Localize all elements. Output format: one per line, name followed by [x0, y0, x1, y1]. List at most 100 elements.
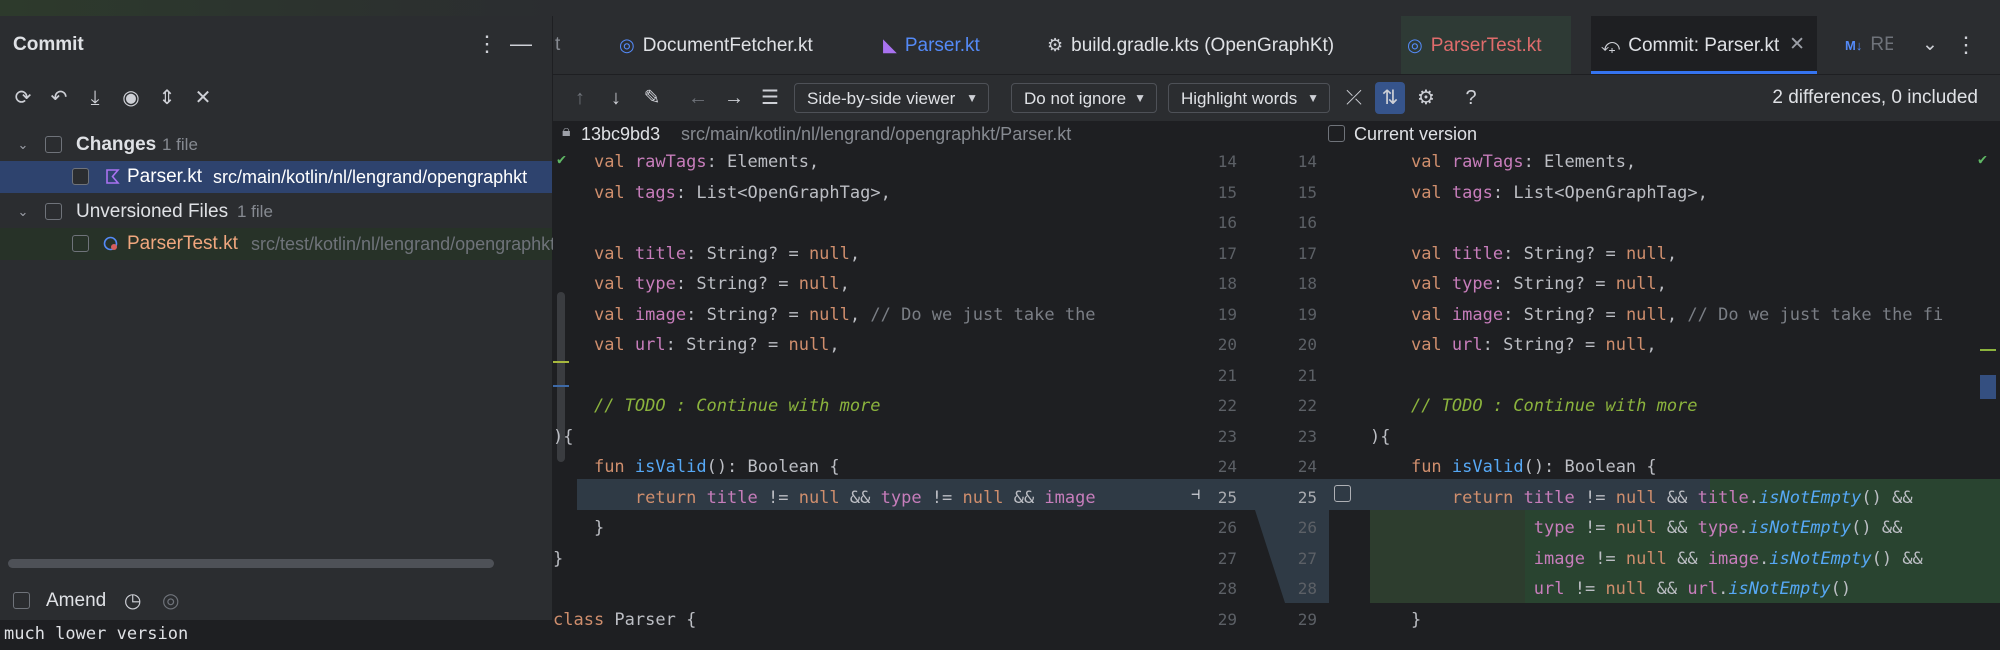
code-line: val rawTags: Elements, [1410, 152, 1637, 172]
caret-down-icon: ▼ [1307, 91, 1319, 105]
code-line: } [553, 518, 605, 538]
chevron-down-icon[interactable]: ⌄ [14, 196, 32, 228]
left-diff-pane[interactable]: ✔ val rawTags: Elements, val tags: List<… [553, 147, 1169, 634]
change-marker [553, 361, 569, 363]
edit-source-icon[interactable]: ✎ [637, 82, 667, 114]
collapse-all-icon[interactable]: ✕ [189, 82, 217, 114]
horizontal-scrollbar[interactable] [8, 559, 494, 568]
check-icon: ✔ [1978, 150, 1988, 168]
line-number: 26 [1217, 518, 1237, 537]
markdown-icon: M↓ [1845, 38, 1863, 53]
close-icon[interactable]: ✕ [1789, 16, 1805, 74]
parsertest-file-checkbox[interactable] [72, 235, 89, 252]
parsertest-file-name: ParserTest.kt [127, 233, 238, 254]
expand-all-icon[interactable]: ⇕ [153, 82, 181, 114]
preview-diff-icon[interactable]: ◉ [117, 82, 145, 114]
whitespace-select[interactable]: Do not ignore ▼ [1011, 83, 1157, 113]
code-line: return title != null && type != null && … [634, 487, 1096, 508]
refresh-icon[interactable]: ⟳ [9, 82, 37, 114]
kotlin-test-icon: ◎ [1407, 35, 1423, 55]
tree-file-parser[interactable]: Parser.kt src/main/kotlin/nl/lengrand/op… [0, 161, 552, 193]
code-line: // TODO : Continue with more [1370, 391, 2000, 422]
line-number: 27 [1297, 548, 1317, 568]
tab-parser[interactable]: ◣ Parser.kt [883, 16, 980, 74]
tab-parsertest-label: ParserTest.kt [1430, 35, 1542, 56]
settings-icon[interactable]: ⚙ [1411, 82, 1441, 114]
chevron-down-icon[interactable]: ⌄ [14, 129, 32, 161]
line-number: 16 [1297, 213, 1317, 232]
collapse-unchanged-icon[interactable]: ⤫ [1339, 82, 1369, 114]
lock-icon: 🔒︎ [562, 123, 571, 140]
next-file-icon[interactable]: → [719, 82, 749, 114]
change-marker [1980, 349, 1996, 351]
line-number: 25 [1217, 487, 1237, 507]
code-line: return title != null && title.isNotEmpty… [1451, 487, 1913, 508]
tab-partial[interactable]: t [553, 16, 583, 74]
amend-bar: Amend ◷ ◎ [0, 582, 552, 620]
code-line: ){ [553, 426, 574, 447]
right-diff-pane[interactable]: val rawTags: Elements, val tags: List<Op… [1370, 147, 2000, 634]
help-icon[interactable]: ? [1456, 82, 1486, 114]
tab-build-gradle[interactable]: ⚙ build.gradle.kts (OpenGraphKt) [1047, 16, 1334, 74]
code-line: val url: String? = null, [1410, 335, 1657, 355]
line-number: 23 [1297, 426, 1317, 446]
line-number: 24 [1217, 457, 1237, 476]
code-line: val title: String? = null, [1410, 243, 1678, 264]
commit-message-editor[interactable]: much lower version [0, 620, 552, 650]
line-number: 21 [1217, 365, 1237, 385]
tab-readme[interactable]: M↓ RE [1845, 16, 1893, 74]
current-version-checkbox[interactable] [1328, 125, 1345, 142]
line-number: 15 [1297, 182, 1317, 202]
title-bar [0, 0, 2000, 17]
viewer-select[interactable]: Side-by-side viewer ▼ [794, 83, 989, 113]
more-vertical-icon[interactable]: ⋮ [476, 30, 498, 58]
diff-toolbar: ↑ ↓ ✎ ← → ☰ Side-by-side viewer ▼ Do not … [553, 75, 2000, 121]
line-number: 19 [1297, 304, 1317, 324]
scroll-thumb-marker[interactable] [1980, 375, 1996, 399]
parser-file-checkbox[interactable] [72, 168, 89, 185]
line-number: 17 [1217, 243, 1237, 263]
prev-difference-icon[interactable]: ↑ [565, 82, 595, 114]
line-number: 16 [1217, 213, 1237, 232]
tab-documentfetcher[interactable]: ◎ DocumentFetcher.kt [619, 16, 813, 74]
gradle-icon: ⚙ [1047, 35, 1064, 55]
tabs-dropdown-icon[interactable]: ⌄ [1917, 16, 1943, 74]
viewer-select-label: Side-by-side viewer [807, 89, 956, 108]
tree-node-changes[interactable]: ⌄ Changes 1 file [0, 129, 552, 161]
highlight-select[interactable]: Highlight words ▼ [1168, 83, 1330, 113]
tree-file-parsertest[interactable]: ParserTest.kt src/test/kotlin/nl/lengran… [0, 228, 555, 260]
include-change-checkbox[interactable] [1334, 485, 1351, 502]
code-line: val type: String? = null, [1410, 274, 1667, 294]
file-list-icon[interactable]: ☰ [755, 82, 785, 114]
code-line: val title: String? = null, [593, 243, 861, 264]
prev-file-icon[interactable]: ← [683, 82, 713, 114]
amend-label: Amend [46, 590, 107, 611]
amend-checkbox[interactable] [13, 592, 30, 609]
code-line: val image: String? = null, // Do we just… [1410, 304, 1944, 325]
line-number: 20 [1217, 335, 1237, 354]
minimize-icon[interactable]: — [510, 30, 532, 58]
tab-parsertest[interactable]: ◎ ParserTest.kt [1401, 16, 1571, 74]
code-line: fun isValid(): Boolean { [593, 457, 840, 477]
diff-editor[interactable]: ✔ val rawTags: Elements, val tags: List<… [553, 147, 2000, 634]
highlight-select-label: Highlight words [1181, 89, 1298, 108]
next-difference-icon[interactable]: ↓ [601, 82, 631, 114]
changes-checkbox[interactable] [45, 136, 62, 153]
ai-assistant-icon[interactable]: ◎ [162, 588, 179, 613]
code-line: val tags: List<OpenGraphTag>, [593, 182, 891, 203]
rollback-icon[interactable]: ↶ [45, 82, 73, 114]
shelve-icon[interactable]: ⤓ [81, 82, 109, 114]
whitespace-select-label: Do not ignore [1024, 89, 1127, 108]
history-icon[interactable]: ◷ [124, 588, 141, 613]
unversioned-checkbox[interactable] [45, 203, 62, 220]
tab-commit-parser[interactable]: ⤽ Commit: Parser.kt ✕ [1591, 16, 1817, 74]
revision-hash: 13bc9bd3 [581, 124, 661, 144]
sync-scroll-icon[interactable]: ⇅ [1375, 82, 1405, 114]
code-line: type != null && type.isNotEmpty() && [1533, 518, 1903, 538]
tree-node-unversioned[interactable]: ⌄ Unversioned Files 1 file [0, 196, 552, 228]
parser-file-name: Parser.kt [127, 166, 202, 187]
commit-panel-title: Commit [13, 34, 84, 55]
more-vertical-icon[interactable]: ⋮ [1953, 16, 1979, 74]
revision-path-bar: 🔒︎ 13bc9bd3 src/main/kotlin/nl/lengrand/… [553, 121, 2000, 147]
line-number: 24 [1297, 457, 1317, 476]
